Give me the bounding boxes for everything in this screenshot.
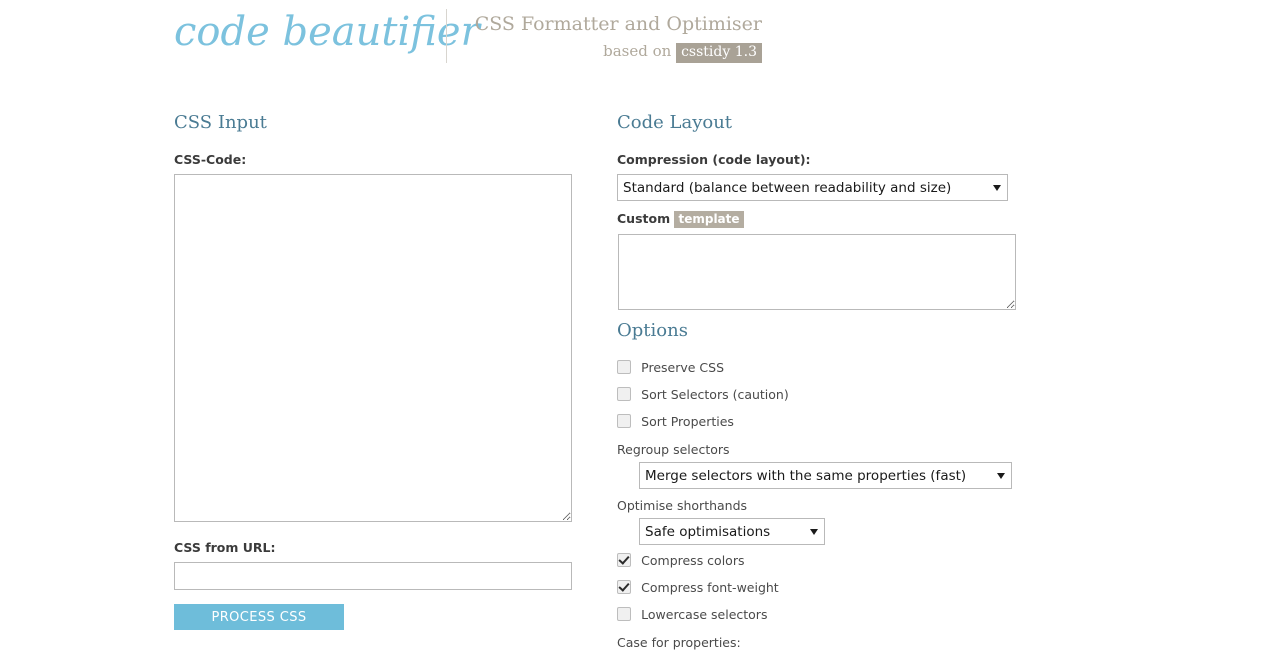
- custom-template-label-text: Custom: [617, 211, 671, 226]
- options-checkbox-group-bottom: Compress colors Compress font-weight Low…: [617, 553, 1017, 624]
- site-logo: code beautifier: [174, 9, 480, 55]
- sort-selectors-checkbox[interactable]: [617, 387, 631, 401]
- process-css-button[interactable]: PROCESS CSS: [174, 604, 344, 630]
- template-badge: template: [674, 211, 744, 228]
- options-checkbox-group-top: Preserve CSS Sort Selectors (caution) So…: [617, 360, 1017, 431]
- compress-colors-checkbox[interactable]: [617, 553, 631, 567]
- checkbox-label: Sort Selectors (caution): [641, 387, 789, 402]
- checkbox-row[interactable]: Sort Selectors (caution): [617, 387, 1017, 404]
- preserve-css-checkbox[interactable]: [617, 360, 631, 374]
- custom-template-label: Custom template: [617, 211, 1017, 228]
- checkbox-row[interactable]: Compress colors: [617, 553, 1017, 570]
- checkbox-row[interactable]: Preserve CSS: [617, 360, 1017, 377]
- checkbox-label: Sort Properties: [641, 414, 734, 429]
- optimise-shorthands-label: Optimise shorthands: [617, 498, 748, 513]
- checkbox-label: Lowercase selectors: [641, 607, 768, 622]
- css-url-input[interactable]: [174, 562, 572, 590]
- site-tagline: CSS Formatter and Optimiser: [474, 13, 762, 35]
- checkbox-label: Compress colors: [641, 553, 745, 568]
- options-heading: Options: [617, 320, 688, 341]
- css-input-heading: CSS Input: [174, 112, 267, 133]
- checkbox-row[interactable]: Sort Properties: [617, 414, 1017, 431]
- compress-font-weight-checkbox[interactable]: [617, 580, 631, 594]
- checkbox-row[interactable]: Lowercase selectors: [617, 607, 1017, 624]
- lowercase-selectors-checkbox[interactable]: [617, 607, 631, 621]
- compression-select-wrap: Standard (balance between readability an…: [617, 174, 1008, 201]
- csstidy-version-badge: csstidy 1.3: [676, 43, 762, 63]
- case-for-properties-label: Case for properties:: [617, 635, 741, 650]
- shorthand-select-wrap: Safe optimisations: [639, 518, 825, 545]
- checkbox-label: Preserve CSS: [641, 360, 725, 375]
- regroup-selectors-select[interactable]: Merge selectors with the same properties…: [639, 462, 1012, 489]
- checkbox-label: Compress font-weight: [641, 580, 779, 595]
- css-url-label: CSS from URL:: [174, 540, 276, 555]
- regroup-select-wrap: Merge selectors with the same properties…: [639, 462, 1012, 489]
- checkbox-row[interactable]: Compress font-weight: [617, 580, 1017, 597]
- css-code-label: CSS-Code:: [174, 152, 247, 167]
- site-header: code beautifier CSS Formatter and Optimi…: [0, 0, 1279, 85]
- regroup-selectors-label: Regroup selectors: [617, 442, 730, 457]
- code-layout-heading: Code Layout: [617, 112, 733, 133]
- custom-template-textarea[interactable]: [618, 234, 1016, 310]
- optimise-shorthands-select[interactable]: Safe optimisations: [639, 518, 825, 545]
- compression-select[interactable]: Standard (balance between readability an…: [617, 174, 1008, 201]
- code-layout-column: Code Layout Compression (code layout): S…: [617, 112, 1017, 655]
- css-code-textarea[interactable]: [174, 174, 572, 522]
- css-input-column: CSS Input CSS-Code: CSS from URL: PROCES…: [174, 112, 574, 630]
- based-on-line: based on csstidy 1.3: [462, 40, 762, 63]
- compression-label: Compression (code layout):: [617, 152, 811, 167]
- sort-properties-checkbox[interactable]: [617, 414, 631, 428]
- header-divider: [446, 9, 447, 63]
- based-on-prefix: based on: [603, 42, 672, 60]
